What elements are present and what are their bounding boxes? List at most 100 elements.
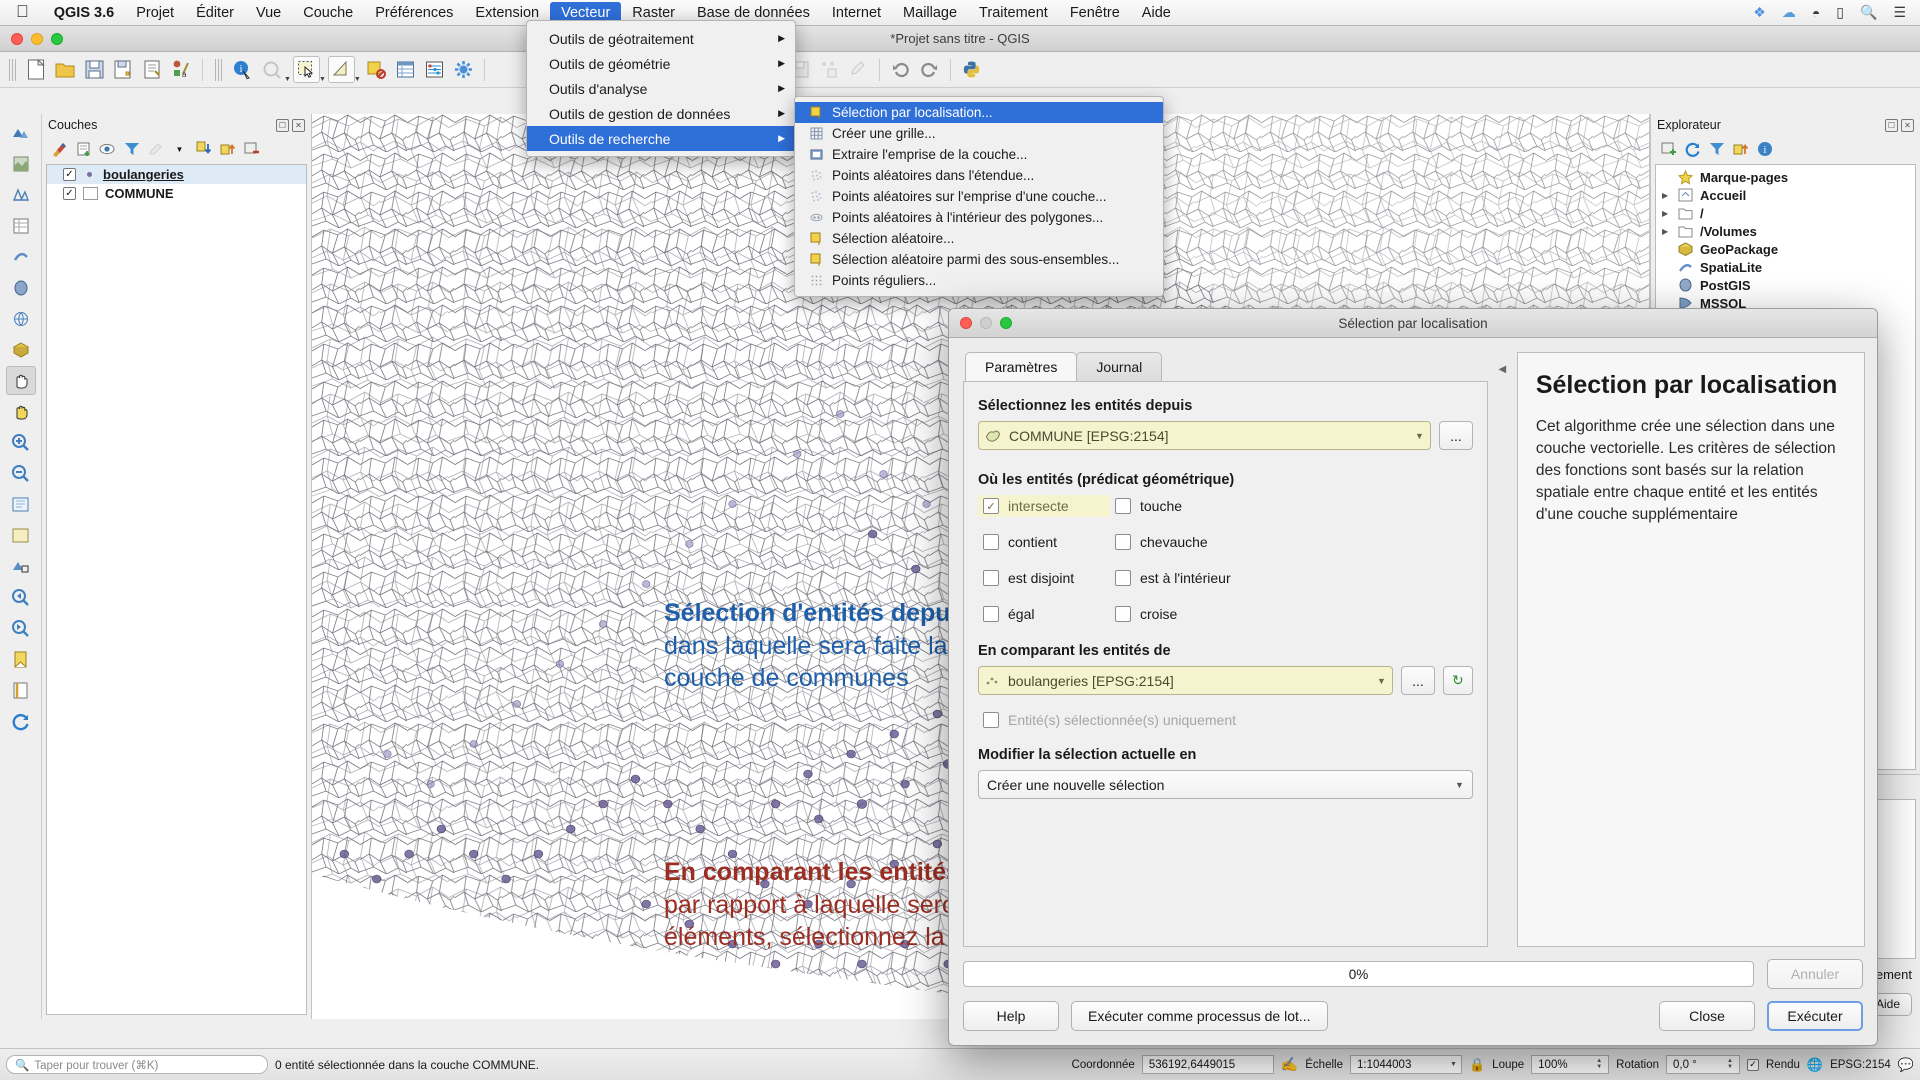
menu-traitement[interactable]: Traitement: [968, 2, 1059, 24]
status-search-input[interactable]: 🔍 Taper pour trouver (⌘K): [6, 1055, 268, 1074]
menu-item-recherche[interactable]: Outils de recherche ▶: [527, 126, 795, 151]
chevron-down-icon[interactable]: ▼: [284, 76, 291, 87]
zoom-to-layer-icon[interactable]: [6, 552, 36, 581]
remove-layer-icon[interactable]: [242, 140, 261, 159]
chevron-down-icon[interactable]: ▼: [1450, 1061, 1457, 1068]
submenu-item-creer-une-grille[interactable]: Créer une grille...: [795, 123, 1163, 144]
submenu-item-points-aleatoires-etendue[interactable]: Points aléatoires dans l'étendue...: [795, 165, 1163, 186]
apple-icon[interactable]: : [12, 3, 43, 22]
menu-editer[interactable]: Éditer: [185, 2, 245, 24]
batch-process-button[interactable]: Exécuter comme processus de lot...: [1071, 1001, 1328, 1031]
visibility-icon[interactable]: [98, 140, 117, 159]
refresh-icon[interactable]: ↻: [1442, 666, 1473, 695]
cloud-icon[interactable]: ☁: [1782, 4, 1796, 21]
layer-name-boulangeries[interactable]: boulangeries: [103, 167, 184, 182]
wifi-icon[interactable]: ◓: [1812, 5, 1820, 21]
add-layer-icon[interactable]: [1659, 140, 1678, 159]
chevron-down-icon[interactable]: ▼: [1415, 431, 1424, 441]
submenu-item-extraire-emprise[interactable]: Extraire l'emprise de la couche...: [795, 144, 1163, 165]
source-layer-combo[interactable]: COMMUNE [EPSG:2154] ▼: [978, 421, 1431, 450]
predicate-checkbox[interactable]: [1115, 498, 1131, 514]
layer-name-commune[interactable]: COMMUNE: [105, 186, 174, 201]
add-spatialite-icon[interactable]: [6, 242, 36, 271]
add-postgis-icon[interactable]: [6, 273, 36, 302]
field-calculator-icon[interactable]: [421, 56, 448, 83]
lock-scale-icon[interactable]: 🔒: [1469, 1057, 1485, 1073]
predicate-egal[interactable]: égal: [978, 603, 1110, 625]
run-button[interactable]: Exécuter: [1767, 1001, 1863, 1031]
menu-item-analyse[interactable]: Outils d'analyse ▶: [527, 76, 795, 101]
search-icon[interactable]: 🔍: [1860, 4, 1877, 21]
battery-icon[interactable]: ▯: [1836, 4, 1844, 21]
save-project-icon[interactable]: [81, 56, 108, 83]
collapse-help-icon[interactable]: ◀: [1496, 352, 1509, 947]
browser-item-bookmarks[interactable]: Marque-pages: [1656, 168, 1915, 186]
submenu-item-points-aleatoires-polygones[interactable]: Points aléatoires à l'intérieur des poly…: [795, 207, 1163, 228]
menu-projet[interactable]: Projet: [125, 2, 185, 24]
browser-item-geopackage[interactable]: GeoPackage: [1656, 240, 1915, 258]
add-group-icon[interactable]: [74, 140, 93, 159]
predicate-touche[interactable]: touche: [1110, 495, 1473, 517]
move-feature-icon[interactable]: [845, 56, 872, 83]
predicate-est-a-l-interieur[interactable]: est à l'intérieur: [1110, 567, 1473, 589]
predicate-checkbox[interactable]: ✓: [983, 498, 999, 514]
layer-row-boulangeries[interactable]: ✓ boulangeries: [47, 165, 306, 184]
modify-selection-combo[interactable]: Créer une nouvelle sélection ▼: [978, 770, 1473, 799]
scale-combo[interactable]: 1:1044003 ▼: [1349, 1055, 1462, 1074]
predicate-checkbox[interactable]: [983, 570, 999, 586]
tab-journal[interactable]: Journal: [1076, 352, 1163, 381]
save-project-as-icon[interactable]: [110, 56, 137, 83]
add-raster-layer-icon[interactable]: [6, 149, 36, 178]
deselect-all-icon[interactable]: [363, 56, 390, 83]
menu-app-title[interactable]: QGIS 3.6: [43, 2, 125, 24]
submenu-item-selection-aleatoire[interactable]: Sélection aléatoire...: [795, 228, 1163, 249]
style-brush-icon[interactable]: [50, 140, 69, 159]
zoom-in-icon[interactable]: [6, 428, 36, 457]
menu-couche[interactable]: Couche: [292, 2, 364, 24]
filter-icon[interactable]: [1707, 140, 1726, 159]
predicate-checkbox[interactable]: [983, 606, 999, 622]
menu-list-icon[interactable]: ☰: [1893, 4, 1906, 21]
rotation-value[interactable]: 0,0 ° ▲ ▼: [1666, 1055, 1740, 1074]
menu-item-gestion-de-donnees[interactable]: Outils de gestion de données ▶: [527, 101, 795, 126]
collapse-icon[interactable]: [1731, 140, 1750, 159]
layers-tree[interactable]: ✓ boulangeries ✓ COMMUNE: [46, 164, 307, 1015]
add-mesh-layer-icon[interactable]: [6, 180, 36, 209]
select-features-icon[interactable]: [292, 56, 320, 83]
browser-item-root[interactable]: ▶ /: [1656, 204, 1915, 222]
open-attribute-table-icon[interactable]: [392, 56, 419, 83]
menu-aide[interactable]: Aide: [1131, 2, 1182, 24]
close-panel-icon[interactable]: ✕: [292, 118, 305, 132]
new-bookmark-icon[interactable]: [6, 645, 36, 674]
close-panel-icon[interactable]: ✕: [1901, 118, 1914, 132]
zoom-to-selection-icon[interactable]: [6, 521, 36, 550]
menu-item-geotraitement[interactable]: Outils de géotraitement ▶: [527, 26, 795, 51]
magnifier-value[interactable]: 100% ▲ ▼: [1531, 1055, 1610, 1074]
add-delimited-text-icon[interactable]: [6, 211, 36, 240]
compare-browse-button[interactable]: ...: [1400, 666, 1435, 695]
browser-item-spatialite[interactable]: SpatiaLite: [1656, 258, 1915, 276]
predicate-intersecte[interactable]: ✓ intersecte: [978, 495, 1110, 517]
selected-only-checkbox[interactable]: [983, 712, 999, 728]
submenu-item-selection-par-localisation[interactable]: Sélection par localisation...: [795, 102, 1163, 123]
predicate-chevauche[interactable]: chevauche: [1110, 531, 1473, 553]
layer-visibility-checkbox[interactable]: ✓: [63, 168, 76, 181]
predicate-est-disjoint[interactable]: est disjoint: [978, 567, 1110, 589]
predicate-checkbox[interactable]: [1115, 570, 1131, 586]
open-project-icon[interactable]: [52, 56, 79, 83]
chevron-down-icon[interactable]: ▼: [1377, 676, 1386, 686]
pan-hand-icon[interactable]: ✍: [1281, 1056, 1298, 1073]
predicate-croise[interactable]: croise: [1110, 603, 1473, 625]
rotation-stepper[interactable]: ▲ ▼: [1725, 1058, 1733, 1069]
render-checkbox[interactable]: ✓: [1747, 1058, 1759, 1071]
layer-visibility-checkbox[interactable]: ✓: [63, 187, 76, 200]
show-bookmarks-icon[interactable]: [6, 676, 36, 705]
predicate-checkbox[interactable]: [983, 534, 999, 550]
tab-parametres[interactable]: Paramètres: [965, 352, 1078, 381]
menu-vue[interactable]: Vue: [245, 2, 292, 24]
expand-all-icon[interactable]: [194, 140, 213, 159]
layer-row-commune[interactable]: ✓ COMMUNE: [47, 184, 306, 203]
pan-map-icon[interactable]: [5, 366, 36, 395]
new-geopackage-icon[interactable]: [6, 335, 36, 364]
toolbar-grip[interactable]: [215, 58, 222, 81]
